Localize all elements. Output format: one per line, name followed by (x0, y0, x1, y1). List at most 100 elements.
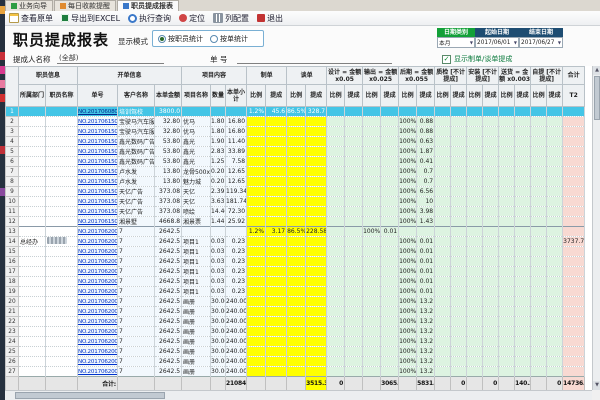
table-row[interactable]: 27NO.2017062000172642.5画册30.00240.00100%… (6, 367, 585, 377)
col-header-sc_r[interactable]: 比例 (363, 85, 381, 107)
col-header-amount[interactable]: 本单金额 (155, 85, 182, 107)
order-link[interactable]: NO.20170620001 (78, 319, 118, 325)
table-row[interactable]: 24NO.2017062000172642.5画册30.00240.00100%… (6, 337, 585, 347)
tab-2[interactable]: 每日收款提醒 (54, 0, 116, 11)
cell-num[interactable]: 6 (6, 157, 19, 167)
table-row[interactable]: 26NO.2017062000172642.5画册30.00240.00100%… (6, 357, 585, 367)
display-mode-option-2[interactable]: 按单统计 (210, 34, 248, 44)
cell-num[interactable]: 16 (6, 257, 19, 267)
tab-1[interactable]: 业务向导 (5, 0, 53, 11)
order-link[interactable]: NO.20170620001 (78, 279, 118, 285)
toolbar-button-document[interactable]: 查看原单 (9, 13, 53, 24)
col-header-order[interactable]: 单号 (78, 85, 118, 107)
cell-num[interactable]: 15 (6, 247, 19, 257)
group-header-9[interactable]: 质检 [不计提成] (435, 67, 467, 85)
order-link[interactable]: NO.20170620001 (78, 269, 118, 275)
col-header-sj_t[interactable]: 提成 (345, 85, 363, 107)
red-icon[interactable] (0, 52, 5, 60)
col-header-zd_r[interactable]: 比例 (247, 85, 266, 107)
order-link[interactable]: NO.20170615011 (78, 129, 118, 135)
col-header-hq_t[interactable]: 提成 (417, 85, 435, 107)
table-row[interactable]: 1NO.20170608011培训驾校3800.01.2%45.686.5‰32… (6, 107, 585, 117)
table-row[interactable]: 3NO.20170615011宝驶马汽车服务有32.80优马1.8016.801… (6, 127, 585, 137)
table-row[interactable]: 11NO.20170615015天亿广告373.08喷绘14.4672.3010… (6, 207, 585, 217)
vertical-scrollbar[interactable]: ▲ ▼ (592, 66, 600, 390)
group-header-10[interactable]: 安装 [不计提成] (467, 67, 499, 85)
table-row[interactable]: 20NO.2017062000172642.5画册30.00240.00100%… (6, 297, 585, 307)
group-header-5[interactable]: 谈单 (287, 67, 327, 85)
cell-num[interactable]: 26 (6, 357, 19, 367)
date-dropdown-3[interactable]: 2017/06/27▼ (519, 37, 563, 48)
date-dropdown-2[interactable]: 2017/06/01▼ (475, 37, 519, 48)
side-dock[interactable] (0, 0, 5, 400)
red-icon[interactable] (0, 146, 5, 154)
cell-num[interactable]: 24 (6, 337, 19, 347)
cell-num[interactable]: 22 (6, 317, 19, 327)
order-link[interactable]: NO.20170620001 (78, 289, 118, 295)
red-icon[interactable] (0, 94, 5, 102)
cell-num[interactable]: 17 (6, 267, 19, 277)
order-link[interactable]: NO.20170620001 (78, 359, 118, 365)
table-row[interactable]: 18NO.2017062000172642.5项目10.030.23100%0.… (6, 277, 585, 287)
order-link[interactable]: NO.20170620001 (78, 249, 118, 255)
order-link[interactable]: NO.20170620001 (78, 239, 118, 245)
table-row[interactable]: 10NO.20170615015天亿广告373.08天亿3.63181.7410… (6, 197, 585, 207)
group-header-4[interactable]: 制单 (247, 67, 287, 85)
table-row[interactable]: 22NO.2017062000172642.5画册30.00240.00100%… (6, 317, 585, 327)
col-header-qty[interactable]: 数量 (211, 85, 226, 107)
cell-num[interactable]: 10 (6, 197, 19, 207)
table-row[interactable]: 6NO.20170615012鑫光数码广告53.80鑫光1.257.58100%… (6, 157, 585, 167)
display-mode-option-1[interactable]: 按职员统计 (158, 34, 203, 44)
magenta-icon[interactable] (0, 66, 5, 74)
group-header-3[interactable]: 项目内容 (182, 67, 247, 85)
order-link[interactable]: NO.20170620001 (78, 369, 118, 375)
toolbar-button-locate[interactable]: 定位 (179, 13, 205, 24)
order-link[interactable]: NO.20170620001 (78, 299, 118, 305)
group-header-11[interactable]: 送货 = 金额 x0.003 (499, 67, 531, 85)
order-link[interactable]: NO.20170615012 (78, 159, 118, 165)
group-header-7[interactable]: 输出 = 金额 x0.025 (363, 67, 399, 85)
col-header-zj_r[interactable]: 比例 (435, 85, 451, 107)
scroll-up-icon[interactable]: ▲ (593, 66, 600, 75)
order-link[interactable]: NO.20170620001 (78, 339, 118, 345)
table-row[interactable]: 8NO.20170615014卢水发13.80魅力城0.2012.65100%0… (6, 177, 585, 187)
horizontal-scrollbar[interactable] (5, 390, 592, 400)
order-link[interactable]: NO.20170608011 (78, 109, 118, 115)
group-header-12[interactable]: 自提 [不计提成] (531, 67, 563, 85)
col-header-zd_t[interactable]: 提成 (266, 85, 287, 107)
table-row[interactable]: 21NO.2017062000172642.5画册30.00240.00100%… (6, 307, 585, 317)
table-row[interactable]: 2NO.20170615011宝驶马汽车服务有32.80优马1.8016.801… (6, 117, 585, 127)
toolbar-button-exit[interactable]: 退出 (257, 13, 283, 24)
order-link[interactable]: NO.20170615012 (78, 139, 118, 145)
table-row[interactable]: 16NO.2017062000172642.5项目10.030.23100%0.… (6, 257, 585, 267)
col-header-sh_t[interactable]: 提成 (515, 85, 531, 107)
cell-num[interactable]: 3 (6, 127, 19, 137)
order-link[interactable]: NO.20170620001 (78, 229, 118, 235)
orange-icon[interactable] (0, 6, 5, 14)
order-link[interactable]: NO.20170620001 (78, 349, 118, 355)
order-link[interactable]: NO.20170615012 (78, 149, 118, 155)
order-link[interactable]: NO.20170615017 (78, 219, 118, 225)
toolbar-button-excel[interactable]: 导出到EXCEL (61, 13, 120, 24)
group-header-1[interactable]: 职员信息 (19, 67, 78, 85)
col-header-sc_t[interactable]: 提成 (381, 85, 399, 107)
table-row[interactable]: 25NO.2017062000172642.5画册30.00240.00100%… (6, 347, 585, 357)
cell-num[interactable]: 19 (6, 287, 19, 297)
table-row[interactable]: 4NO.20170615012鑫光数码广告53.80鑫光1.9011.40100… (6, 137, 585, 147)
col-header-dept[interactable]: 所属部门 (19, 85, 46, 107)
group-header-6[interactable]: 设计 = 金额 x0.05 (327, 67, 363, 85)
group-header-13[interactable]: 合计 (563, 67, 585, 85)
cell-num[interactable]: 8 (6, 177, 19, 187)
vertical-scroll-thumb[interactable] (594, 76, 600, 120)
cell-num[interactable]: 5 (6, 147, 19, 157)
horizontal-scroll-thumb[interactable] (15, 392, 165, 399)
col-header-client[interactable]: 客户名称 (118, 85, 155, 107)
order-link[interactable]: NO.20170615013 (78, 169, 118, 175)
table-row[interactable]: 17NO.2017062000172642.5项目10.030.23100%0.… (6, 267, 585, 277)
col-header-zj_t[interactable]: 提成 (451, 85, 467, 107)
col-header-t2[interactable]: T2 (563, 85, 585, 107)
toolbar-button-columns[interactable]: 列配置 (213, 13, 249, 24)
col-header-az_r[interactable]: 比例 (467, 85, 483, 107)
cell-num[interactable]: 21 (6, 307, 19, 317)
cell-num[interactable]: 20 (6, 297, 19, 307)
